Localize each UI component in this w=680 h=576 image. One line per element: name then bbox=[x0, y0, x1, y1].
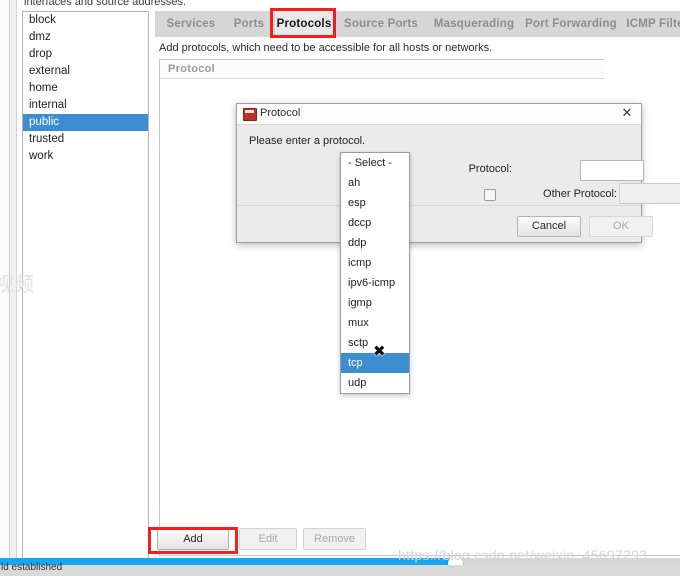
table-column-header-protocol: Protocol bbox=[160, 60, 680, 79]
dropdown-option-udp[interactable]: udp bbox=[341, 373, 409, 393]
protocol-dialog: Protocol ✕ Please enter a protocol. Prot… bbox=[236, 103, 680, 243]
cancel-button[interactable]: Cancel bbox=[517, 216, 581, 237]
edit-button: Edit bbox=[239, 528, 297, 550]
dialog-title-bar: Protocol ✕ bbox=[237, 104, 641, 125]
tab-port-forwarding[interactable]: Port Forwarding bbox=[519, 11, 623, 37]
watermark-cjk: 视频 bbox=[0, 274, 34, 296]
mouse-cursor-icon: ✖ bbox=[373, 343, 386, 360]
dropdown-option-dccp[interactable]: dccp bbox=[341, 213, 409, 233]
media-progress-fill bbox=[0, 558, 455, 565]
window-red-icon bbox=[243, 108, 257, 121]
panel-description: Add protocols, which need to be accessib… bbox=[159, 42, 493, 54]
tab-masquerading[interactable]: Masquerading bbox=[427, 11, 521, 37]
add-button[interactable]: Add bbox=[157, 528, 229, 550]
zone-item-block[interactable]: block bbox=[23, 12, 148, 29]
tab-source-ports[interactable]: Source Ports bbox=[337, 11, 425, 37]
dialog-separator bbox=[237, 205, 641, 206]
panel-help-text-cutoff: interfaces and source addresses. bbox=[24, 0, 187, 8]
zone-item-home[interactable]: home bbox=[23, 80, 148, 97]
protocol-field-label: Protocol: bbox=[468, 163, 512, 175]
tab-services[interactable]: Services bbox=[159, 11, 223, 37]
other-protocol-checkbox[interactable] bbox=[484, 189, 496, 201]
dropdown-option-icmp[interactable]: icmp bbox=[341, 253, 409, 273]
status-bar-text: ld established bbox=[1, 562, 63, 573]
tab-strip[interactable]: Services Ports Protocols Source Ports Masque… bbox=[155, 11, 680, 39]
zone-item-external[interactable]: external bbox=[23, 63, 148, 80]
zone-item-dmz[interactable]: dmz bbox=[23, 29, 148, 46]
dropdown-option-ddp[interactable]: ddp bbox=[341, 233, 409, 253]
application-window: interfaces and source addresses. block dm… bbox=[0, 0, 680, 576]
zone-item-drop[interactable]: drop bbox=[23, 46, 148, 63]
zone-item-public[interactable]: public bbox=[23, 114, 148, 131]
ok-button: OK bbox=[589, 216, 653, 237]
dropdown-option-ipv6-icmp[interactable]: ipv6-icmp bbox=[341, 273, 409, 293]
zone-item-work[interactable]: work bbox=[23, 148, 148, 165]
tab-icmp-filte[interactable]: ICMP Filte bbox=[625, 11, 680, 37]
dropdown-option-mux[interactable]: mux bbox=[341, 313, 409, 333]
zone-item-internal[interactable]: internal bbox=[23, 97, 148, 114]
dropdown-option-select[interactable]: - Select - bbox=[341, 153, 409, 173]
dialog-prompt: Please enter a protocol. bbox=[249, 135, 366, 147]
other-protocol-row[interactable]: Other Protocol: bbox=[484, 188, 617, 201]
dropdown-option-ah[interactable]: ah bbox=[341, 173, 409, 193]
other-protocol-input[interactable] bbox=[619, 183, 680, 204]
watermark-url: https://blog.csdn.net/weixin_45697293 bbox=[398, 547, 648, 563]
status-bar: ld established bbox=[0, 562, 680, 576]
protocol-select-combobox[interactable] bbox=[580, 160, 644, 181]
zones-list[interactable]: block dmz drop external home internal public tr… bbox=[22, 11, 149, 562]
dropdown-option-esp[interactable]: esp bbox=[341, 193, 409, 213]
close-icon[interactable]: ✕ bbox=[620, 106, 634, 120]
remove-button: Remove bbox=[303, 528, 366, 550]
tab-protocols[interactable]: Protocols bbox=[275, 11, 333, 39]
other-protocol-label: Other Protocol: bbox=[543, 188, 617, 200]
dialog-title: Protocol bbox=[260, 107, 301, 119]
tab-ports[interactable]: Ports bbox=[225, 11, 273, 37]
zone-item-trusted[interactable]: trusted bbox=[23, 131, 148, 148]
dropdown-option-igmp[interactable]: igmp bbox=[341, 293, 409, 313]
